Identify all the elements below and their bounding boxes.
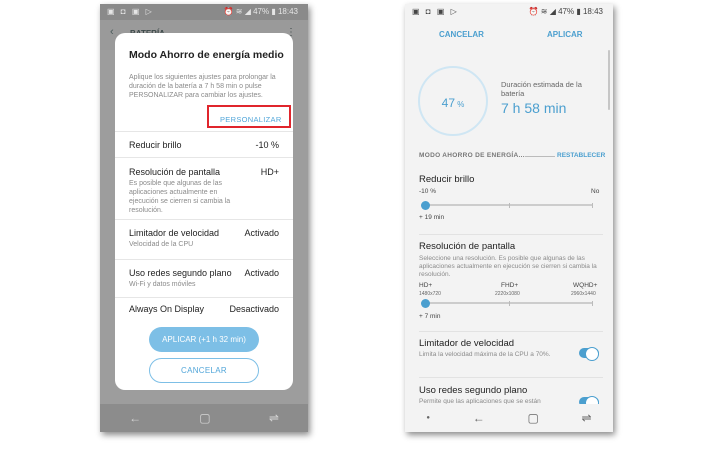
speed-limiter-toggle[interactable] [579,347,599,361]
status-right: ⏰ ≋ ◢ 47% ▮ 18:43 [223,7,298,16]
section-divider [525,156,555,157]
battery-percent: 47% [253,7,270,16]
row-description: Wi-Fi y datos móviles [129,281,196,288]
back-nav-icon[interactable]: ← [129,411,141,425]
row-screen-resolution: Resolución de pantalla HD+ Es posible qu… [115,157,293,219]
status-right: ⏰ ≋ ◢ 47% ▮ 18:43 [528,7,603,16]
brightness-gain: + 19 min [419,214,445,221]
row-speed-limiter: Limitador de velocidad Activado Velocida… [115,219,293,259]
row-value: HD+ [260,167,279,177]
personalize-button[interactable]: PERSONALIZAR [220,115,282,124]
slider-tick [509,203,510,208]
right-phone-screen: ▣ ◘ ▣ ▷ ⏰ ≋ ◢ 47% ▮ 18:43 CANCELAR APLIC… [405,4,613,432]
cancel-button[interactable]: CANCELAR [149,358,259,383]
divider [419,331,603,332]
row-label: Resolución de pantalla [129,167,221,177]
background-data-title: Uso redes segundo plano [419,385,528,396]
row-value: Desactivado [229,304,279,314]
resolution-gain: + 7 min [419,313,441,320]
resolution-option-fhd: FHD+ [501,282,519,289]
back-nav-icon[interactable]: ← [473,411,485,425]
status-bar: ▣ ◘ ▣ ▷ ⏰ ≋ ◢ 47% ▮ 18:43 [100,4,308,20]
scrollbar[interactable] [608,50,610,110]
status-time: 18:43 [582,7,603,16]
slider-tick [592,203,593,208]
home-nav-icon[interactable]: ▢ [527,411,538,425]
dialog-title: Modo Ahorro de energía medio [129,49,284,61]
left-phone-screen: ▣ ◘ ▣ ▷ ⏰ ≋ ◢ 47% ▮ 18:43 ‹ BATERÍA ⋮ Mo… [100,4,308,432]
resolution-option-hd: HD+ [419,282,433,289]
brightness-slider-thumb[interactable] [421,200,430,210]
apply-button[interactable]: APLICAR (+1 h 32 min) [149,327,259,352]
notification-icons: ▣ ◘ ▣ ▷ [107,7,154,16]
gauge-unit: % [457,100,465,109]
section-header: MODO AHORRO DE ENERGÍA... [419,152,525,159]
brightness-title: Reducir brillo [419,174,475,185]
speed-limiter-description: Limita la velocidad máxima de la CPU a 7… [419,351,551,358]
status-time: 18:43 [277,7,298,16]
notification-icons: ▣ ◘ ▣ ▷ [412,7,459,16]
power-saving-dialog: Modo Ahorro de energía medio Aplique los… [115,33,293,390]
recents-nav-icon[interactable]: ⇌ [582,411,592,425]
reset-button[interactable]: RESTABLECER [557,152,605,159]
nav-dot-icon: ● [426,415,430,421]
slider-tick [509,301,510,306]
status-bar: ▣ ◘ ▣ ▷ ⏰ ≋ ◢ 47% ▮ 18:43 [405,4,613,20]
battery-gauge: 47 % [418,66,488,136]
recents-nav-icon[interactable]: ⇌ [269,411,279,425]
dialog-description: Aplique los siguientes ajustes para prol… [129,74,276,99]
divider [419,377,603,378]
action-bar: CANCELAR APLICAR [405,20,613,48]
brightness-slider[interactable] [421,200,593,210]
speed-limiter-title: Limitador de velocidad [419,338,515,349]
resolution-option-wqhd: WQHD+ [573,282,598,289]
battery-percent: 47% [558,7,575,16]
gauge-number: 47 [441,96,455,110]
home-nav-icon[interactable]: ▢ [199,411,210,425]
slider-tick [592,301,593,306]
back-arrow-icon[interactable]: ‹ [110,26,114,38]
row-reduce-brightness: Reducir brillo -10 % [115,131,293,157]
gauge-percent: 47 % [420,96,486,110]
row-value: Activado [244,268,279,278]
row-value: Activado [244,228,279,238]
cancel-button[interactable]: CANCELAR [439,30,484,39]
resolution-option-fhd-res: 2220x1080 [495,291,520,297]
resolution-option-hd-res: 1480x720 [419,291,441,297]
row-always-on-display: Always On Display Desactivado [115,297,293,323]
row-value: -10 % [255,140,279,150]
row-description: Velocidad de la CPU [129,241,194,248]
apply-button[interactable]: APLICAR [547,30,583,39]
resolution-title: Resolución de pantalla [419,241,516,252]
duration-value: 7 h 58 min [501,100,567,116]
resolution-slider[interactable] [421,298,593,308]
resolution-option-wqhd-res: 2960x1440 [571,291,596,297]
navigation-bar: ← ▢ ⇌ [100,404,308,432]
settings-list: Reducir brillo -10 % Resolución de panta… [115,131,293,323]
brightness-min-label: -10 % [419,188,436,195]
row-description: Es posible que algunas de las aplicacion… [129,180,231,214]
duration-label: Duración estimada de la batería [501,80,582,98]
row-background-data: Uso redes segundo plano Activado Wi-Fi y… [115,259,293,297]
divider [419,234,603,235]
resolution-description: Seleccione una resolución. Es posible qu… [419,255,597,278]
brightness-max-label: No [591,188,600,195]
navigation-bar: ● ← ▢ ⇌ [405,404,613,432]
resolution-slider-thumb[interactable] [421,298,430,308]
